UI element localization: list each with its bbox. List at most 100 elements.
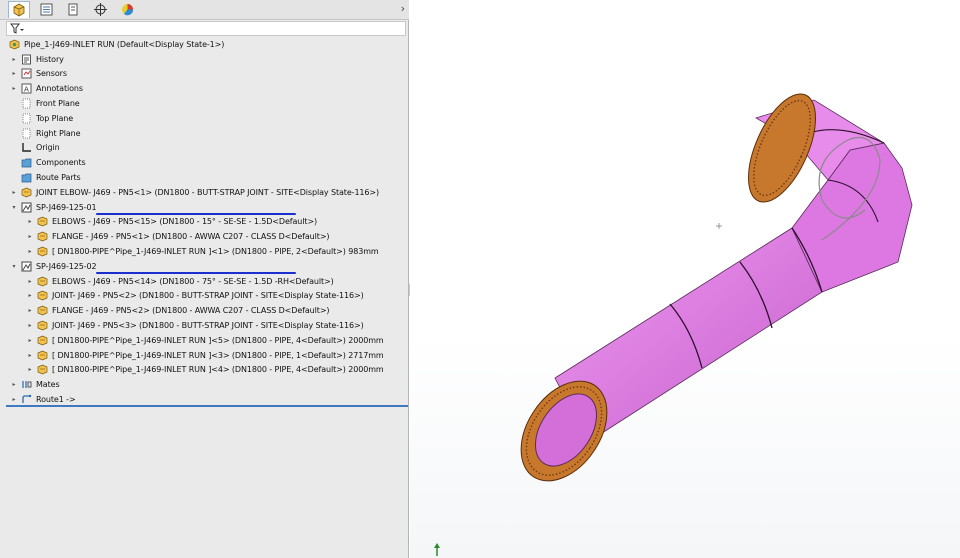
assembly-icon [9, 39, 20, 50]
handwritten-underline [96, 212, 296, 215]
expand-chevron-icon[interactable]: ▸ [26, 292, 34, 299]
tree-item[interactable]: ▾ SP-J469-125-01 [10, 200, 97, 215]
expand-chevron-icon[interactable]: ▸ [26, 352, 34, 359]
expand-chevron-icon[interactable]: ▸ [26, 322, 34, 329]
pipe-model-3d-view[interactable] [410, 0, 960, 558]
tree-item[interactable]: ▸ FLANGE - J469 - PN5<1> (DN1800 - AWWA C… [26, 229, 330, 244]
filter-field[interactable] [6, 21, 406, 36]
tree-item[interactable]: ▸ FLANGE - J469 - PN5<2> (DN1800 - AWWA C… [26, 303, 330, 318]
route-icon [22, 394, 32, 404]
tree-item[interactable]: ▸ A Annotations [10, 81, 83, 96]
plane-icon [22, 98, 31, 109]
expanded-chevron-icon[interactable]: ▾ [10, 263, 18, 270]
tree-item[interactable]: ▸ History [10, 52, 64, 67]
tree-item-label: SP-J469-125-02 [36, 261, 97, 271]
expand-chevron-icon[interactable]: ▸ [10, 396, 18, 403]
part-icon [37, 276, 48, 287]
origin-icon [22, 143, 31, 153]
tree-item[interactable]: Top Plane [10, 111, 73, 126]
tab-display-manager[interactable] [116, 1, 138, 18]
collapse-panel-chevron-icon[interactable]: › [401, 2, 405, 15]
tree-item-label: Route Parts [36, 173, 81, 183]
tree-item[interactable]: ▸ ELBOWS - J469 - PN5<15> (DN1800 - 15° -… [26, 215, 317, 230]
part-icon [37, 335, 48, 346]
part-icon [37, 231, 48, 242]
expand-chevron-icon[interactable]: ▸ [10, 189, 18, 196]
tree-item[interactable]: ▸ Sensors [10, 67, 67, 82]
tree-item-label: Sensors [36, 69, 67, 79]
tree-item-label: Right Plane [36, 128, 81, 138]
tab-configuration-manager[interactable] [62, 1, 84, 18]
tree-item-label: JOINT ELBOW- J469 - PN5<1> (DN1800 - BUT… [36, 187, 380, 197]
plane-icon [22, 128, 31, 139]
folder-icon [21, 173, 32, 183]
tab-property-manager[interactable] [35, 1, 57, 18]
handwritten-underline [96, 272, 296, 274]
tree-item[interactable]: Right Plane [10, 126, 81, 141]
manager-tab-bar: › [0, 0, 409, 20]
tree-item[interactable]: ▸ [ DN1800-PIPE^Pipe_1-J469-INLET RUN ]<3… [26, 348, 384, 363]
tree-item[interactable]: ▸ [ DN1800-PIPE^Pipe_1-J469-INLET RUN ]<5… [26, 333, 384, 348]
mates-icon [22, 381, 32, 389]
tree-item-label: [ DN1800-PIPE^Pipe_1-J469-INLET RUN ]<4>… [52, 365, 384, 375]
tree-item[interactable]: ▸ ELBOWS - J469 - PN5<14> (DN1800 - 75° -… [26, 274, 334, 289]
tab-dimxpert-manager[interactable] [89, 1, 111, 18]
part-icon [37, 217, 48, 227]
tree-item-label: Front Plane [36, 99, 80, 109]
tree-item-label: Components [36, 158, 86, 168]
expand-chevron-icon[interactable]: ▸ [10, 381, 18, 388]
tree-item[interactable]: Components [10, 155, 86, 170]
feature-manager-icon [13, 3, 25, 17]
configuration-manager-icon [68, 3, 77, 16]
tree-item[interactable]: ▸ JOINT- J469 - PN5<3> (DN1800 - BUTT-STR… [26, 318, 364, 333]
tab-feature-manager[interactable] [8, 1, 30, 18]
expand-chevron-icon[interactable]: ▸ [10, 70, 18, 77]
tree-item-label: ELBOWS - J469 - PN5<15> (DN1800 - 15° - … [52, 217, 318, 227]
tree-item-label: [ DN1800-PIPE^Pipe_1-J469-INLET RUN ]<5>… [52, 335, 384, 345]
folder-icon [21, 158, 32, 168]
crosshair-icon [93, 3, 107, 16]
tree-item-label: Top Plane [36, 113, 74, 123]
coordinate-triad-icon [434, 543, 440, 556]
annotations-icon: A [21, 83, 32, 94]
sensors-icon [21, 68, 32, 79]
expand-chevron-icon[interactable]: ▸ [26, 307, 34, 314]
filter-icon [10, 23, 24, 34]
tree-item[interactable]: ▸ Mates [10, 377, 59, 392]
tree-item[interactable]: ▸ [ DN1800-PIPE^Pipe_1-J469-INLET RUN ]<1… [26, 244, 379, 259]
expand-chevron-icon[interactable]: ▸ [26, 337, 34, 344]
part-icon [37, 320, 48, 331]
subassembly-icon [21, 202, 32, 213]
part-icon [37, 350, 48, 361]
tree-item-label: FLANGE - J469 - PN5<2> (DN1800 - AWWA C2… [52, 306, 330, 316]
tree-item-label: ELBOWS - J469 - PN5<14> (DN1800 - 75° - … [52, 276, 334, 286]
tree-item[interactable]: ▸ [ DN1800-PIPE^Pipe_1-J469-INLET RUN ]<4… [26, 363, 384, 378]
expand-chevron-icon[interactable]: ▸ [26, 248, 34, 255]
expand-chevron-icon[interactable]: ▸ [26, 218, 34, 225]
history-icon [22, 54, 31, 65]
tree-item[interactable]: ▸ JOINT- J469 - PN5<2> (DN1800 - BUTT-STR… [26, 289, 364, 304]
tree-item[interactable]: Route Parts [10, 170, 81, 185]
tree-item[interactable]: Front Plane [10, 96, 80, 111]
tree-separator [6, 405, 408, 407]
expand-chevron-icon[interactable]: ▸ [10, 56, 18, 63]
expanded-chevron-icon[interactable]: ▾ [10, 204, 18, 211]
expand-chevron-icon[interactable]: ▸ [10, 85, 18, 92]
tree-item-label: Route1 -> [36, 395, 76, 405]
tree-root[interactable]: Pipe_1-J469-INLET RUN (Default<Display S… [6, 37, 224, 52]
part-icon [37, 246, 48, 257]
svg-text:A: A [24, 86, 29, 94]
plane-icon [22, 113, 31, 124]
feature-manager-panel: › Pipe_1-J469-INLET RUN (Default<Display… [0, 0, 409, 558]
tree-item[interactable]: ▸ JOINT ELBOW- J469 - PN5<1> (DN1800 - BU… [10, 185, 379, 200]
expand-chevron-icon[interactable]: ▸ [26, 278, 34, 285]
tree-item-label: SP-J469-125-01 [36, 202, 97, 212]
tree-item-label: Annotations [36, 84, 83, 94]
tree-item[interactable]: Origin [10, 141, 60, 156]
graphics-viewport[interactable] [410, 0, 960, 558]
subassembly-icon [21, 261, 32, 272]
expand-chevron-icon[interactable]: ▸ [26, 233, 34, 240]
tree-item[interactable]: ▾ SP-J469-125-02 [10, 259, 97, 274]
tree-item-label: [ DN1800-PIPE^Pipe_1-J469-INLET RUN ]<1>… [52, 247, 379, 257]
expand-chevron-icon[interactable]: ▸ [26, 366, 34, 373]
